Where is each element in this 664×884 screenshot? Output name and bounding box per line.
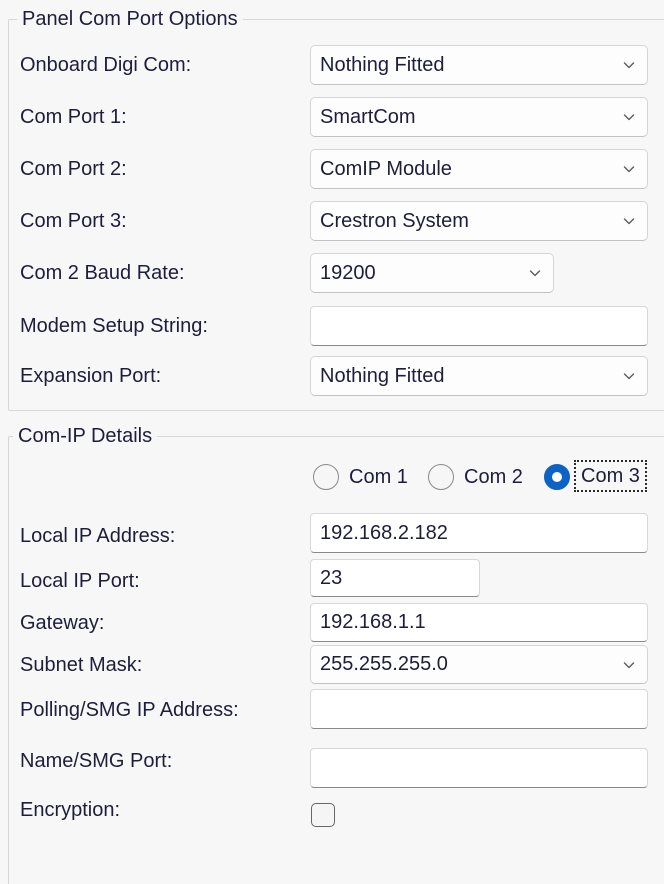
com-port-1-label: Com Port 1:: [20, 104, 127, 130]
encryption-checkbox[interactable]: [311, 803, 335, 827]
polling-smg-ip-address-input[interactable]: [310, 689, 648, 729]
com-port-3-select[interactable]: Crestron System: [310, 201, 648, 241]
com-port-settings-page: Panel Com Port Options Onboard Digi Com:…: [0, 0, 664, 884]
chevron-down-icon: [527, 265, 543, 281]
chevron-down-icon: [621, 57, 637, 73]
name-smg-port-label: Name/SMG Port:: [20, 748, 172, 774]
local-ip-port-input[interactable]: [310, 559, 480, 597]
chevron-down-icon: [621, 657, 637, 673]
com-radio-1[interactable]: [313, 464, 339, 490]
name-smg-port-input[interactable]: [310, 748, 648, 788]
com-radio-3[interactable]: [544, 464, 570, 490]
com-ip-details-title: Com-IP Details: [13, 423, 157, 449]
chevron-down-icon: [621, 109, 637, 125]
com-2-baud-rate-value: 19200: [320, 262, 376, 285]
local-ip-port-label: Local IP Port:: [20, 568, 140, 594]
com-port-2-value: ComIP Module: [320, 158, 452, 181]
subnet-mask-label: Subnet Mask:: [20, 652, 142, 678]
com-2-baud-rate-select[interactable]: 19200: [310, 253, 554, 293]
com-2-radio-label[interactable]: Com 2: [464, 464, 523, 490]
modem-setup-string-input[interactable]: [310, 306, 648, 346]
onboard-digi-com-select[interactable]: Nothing Fitted: [310, 45, 648, 85]
subnet-mask-select[interactable]: 255.255.255.0: [310, 645, 648, 684]
com-port-1-select[interactable]: SmartCom: [310, 97, 648, 137]
com-port-1-value: SmartCom: [320, 106, 416, 129]
gateway-input[interactable]: [310, 603, 648, 642]
panel-com-port-options-title: Panel Com Port Options: [17, 6, 243, 32]
gateway-label: Gateway:: [20, 610, 104, 636]
expansion-port-value: Nothing Fitted: [320, 365, 445, 388]
com-port-3-value: Crestron System: [320, 210, 469, 233]
com-port-3-label: Com Port 3:: [20, 208, 127, 234]
chevron-down-icon: [621, 368, 637, 384]
com-port-2-select[interactable]: ComIP Module: [310, 149, 648, 189]
modem-setup-string-label: Modem Setup String:: [20, 313, 208, 339]
onboard-digi-com-label: Onboard Digi Com:: [20, 52, 191, 78]
com-3-radio-label[interactable]: Com 3: [576, 462, 645, 490]
subnet-mask-value: 255.255.255.0: [320, 653, 448, 676]
encryption-label: Encryption:: [20, 797, 120, 823]
onboard-digi-com-value: Nothing Fitted: [320, 54, 445, 77]
polling-smg-ip-address-label: Polling/SMG IP Address:: [20, 697, 239, 723]
chevron-down-icon: [621, 213, 637, 229]
com-port-2-label: Com Port 2:: [20, 156, 127, 182]
com-radio-2[interactable]: [428, 464, 454, 490]
expansion-port-select[interactable]: Nothing Fitted: [310, 356, 648, 396]
expansion-port-label: Expansion Port:: [20, 363, 161, 389]
chevron-down-icon: [621, 161, 637, 177]
local-ip-address-label: Local IP Address:: [20, 523, 175, 549]
local-ip-address-input[interactable]: [310, 513, 648, 553]
com-2-baud-rate-label: Com 2 Baud Rate:: [20, 260, 185, 286]
com-1-radio-label[interactable]: Com 1: [349, 464, 408, 490]
